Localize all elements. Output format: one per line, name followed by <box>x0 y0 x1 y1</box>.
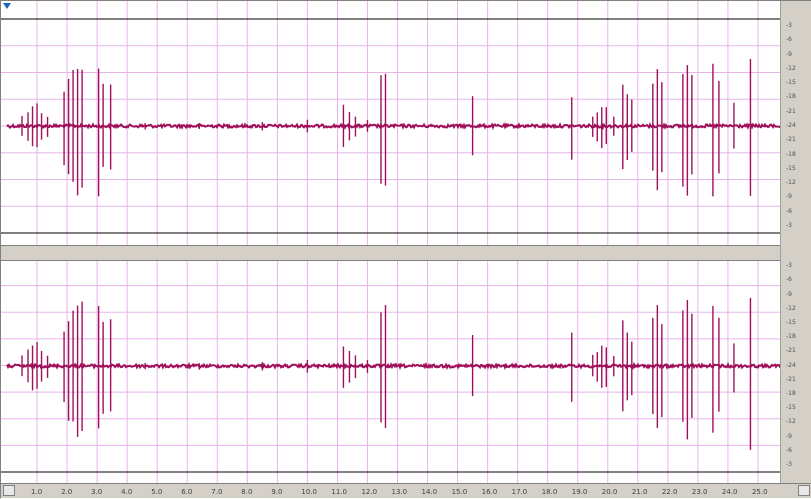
amplitude-ruler <box>780 1 811 485</box>
timeline-ruler[interactable] <box>1 483 811 498</box>
timeline-right-handle[interactable] <box>798 485 810 496</box>
waveform-editor[interactable]: -3 -6 -9 -12 -15 -18 -21 -24 -21 -18 -15 -12 -9 -6 -3-… <box>0 0 811 499</box>
playhead-marker-icon[interactable] <box>3 3 11 9</box>
channel-splitter[interactable] <box>1 245 782 261</box>
timeline-left-handle[interactable] <box>3 485 15 496</box>
